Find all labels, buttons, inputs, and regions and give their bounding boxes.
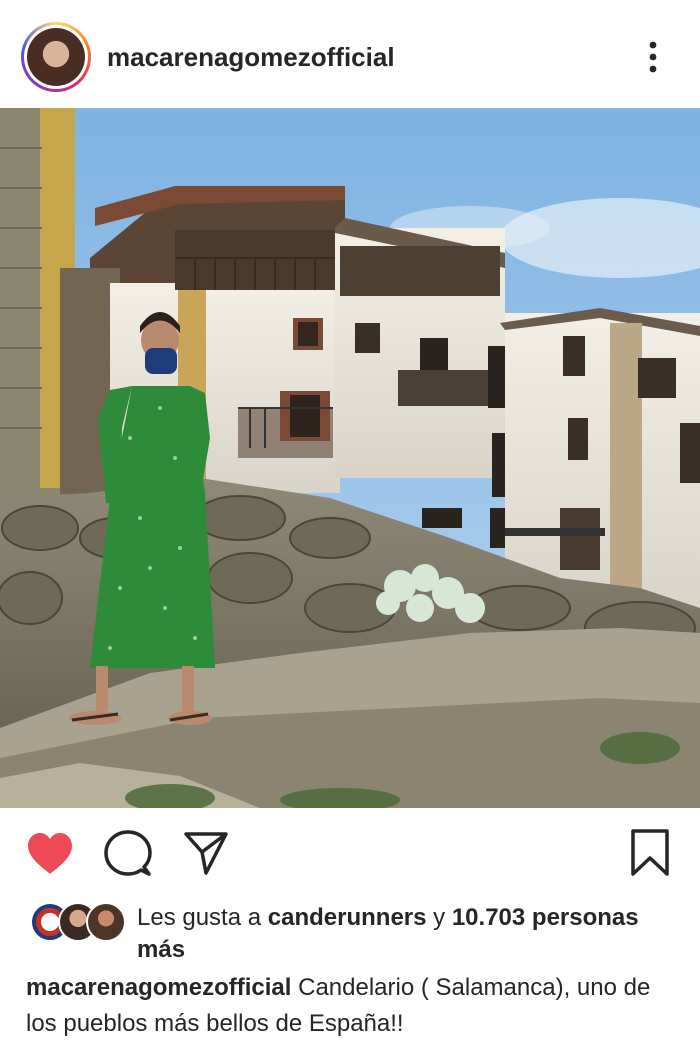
bookmark-icon[interactable] (630, 828, 670, 878)
post-photo[interactable] (0, 108, 700, 808)
liked-by-user[interactable]: canderunners (268, 904, 427, 931)
likes-count[interactable]: 10.703 (452, 904, 525, 931)
likes-joiner: y (433, 904, 446, 931)
avatar-border (24, 25, 88, 89)
heart-icon[interactable] (26, 832, 74, 876)
comment-icon[interactable] (104, 830, 152, 878)
more-vertical-icon[interactable] (640, 40, 666, 74)
post-actions (0, 808, 700, 898)
post-username[interactable]: macarenagomezofficial (107, 42, 395, 73)
caption-username[interactable]: macarenagomezofficial (26, 974, 291, 1001)
likes-prefix: Les gusta a (137, 904, 262, 931)
post-header: macarenagomezofficial (0, 0, 700, 108)
liked-by-avatars[interactable] (30, 902, 126, 942)
story-ring[interactable] (21, 22, 91, 92)
avatar (86, 902, 126, 942)
avatar[interactable] (27, 28, 85, 86)
photo-candelario-street (0, 108, 700, 808)
send-icon[interactable] (183, 830, 229, 876)
post-caption: macarenagomezofficial Candelario ( Salam… (26, 970, 676, 1042)
likes-summary[interactable]: Les gusta a canderunners y 10.703 person… (137, 902, 657, 966)
